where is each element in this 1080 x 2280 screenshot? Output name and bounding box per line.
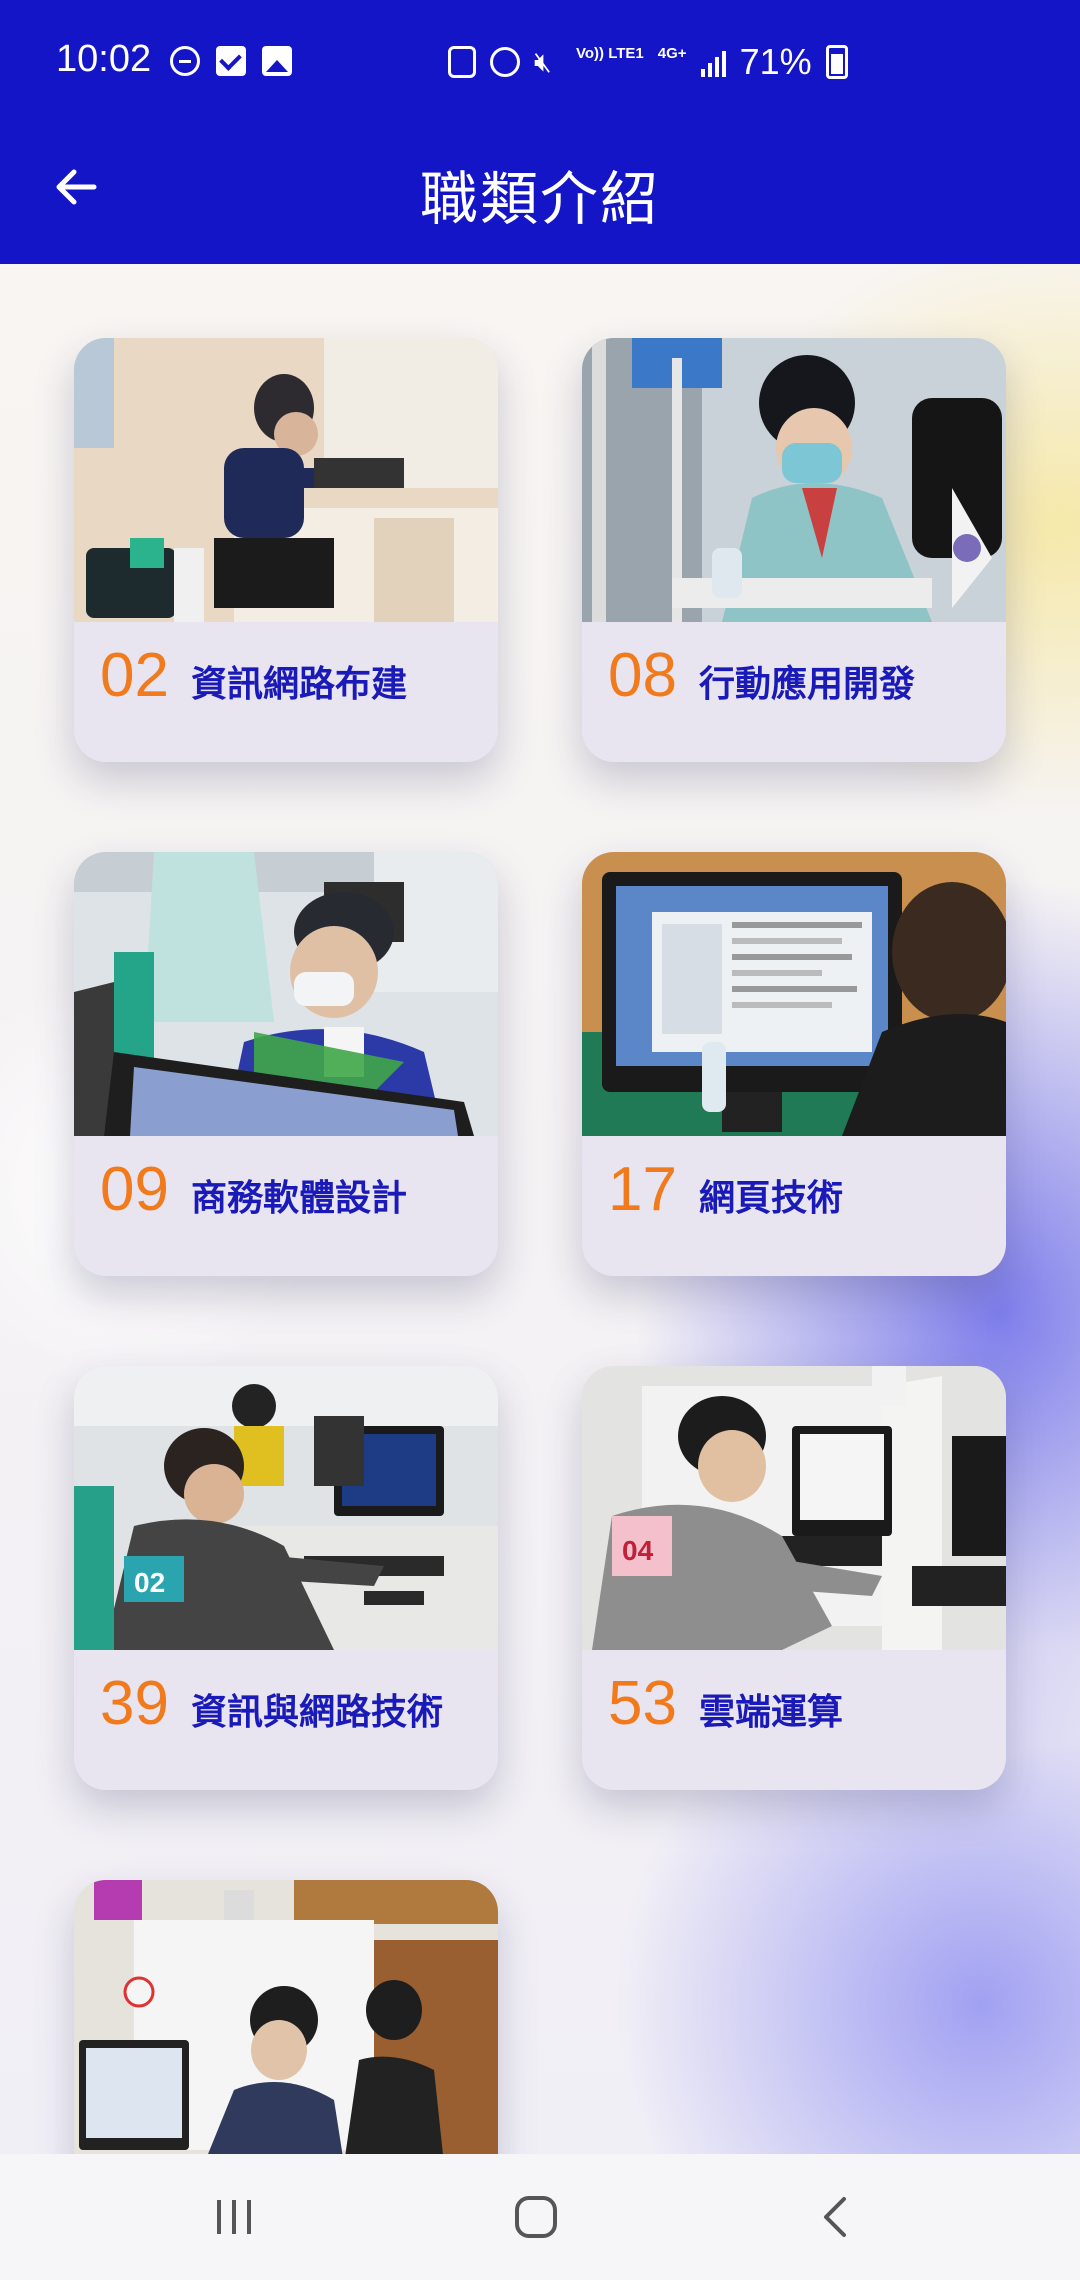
trade-photo: [74, 1880, 498, 2154]
trade-photo: [582, 338, 1006, 622]
navigation-bar: [0, 2154, 1080, 2280]
trade-label: 39 資訊與網路技術: [100, 1668, 443, 1739]
trade-number: 17: [608, 1155, 677, 1224]
battery-saver-icon: [448, 46, 476, 78]
system-back-button[interactable]: [796, 2182, 876, 2252]
app-bar: 職類介紹: [0, 130, 1080, 264]
trade-label: 17 網頁技術: [608, 1154, 843, 1225]
trade-card-53[interactable]: 04 53 雲端運算: [582, 1366, 1006, 1790]
volte-label: Vo)) LTE1: [576, 45, 644, 62]
trade-photo: [582, 852, 1006, 1136]
trade-photo: [74, 338, 498, 622]
trade-name: 雲端運算: [698, 1692, 843, 1733]
trade-name: 資訊與網路技術: [190, 1692, 443, 1733]
page-title: 職類介紹: [419, 165, 660, 233]
battery-icon: [825, 45, 848, 79]
trade-card-39[interactable]: 02 39 資訊與網路技術: [74, 1366, 498, 1790]
trade-name: 商務軟體設計: [190, 1178, 407, 1219]
recents-button[interactable]: [194, 2182, 274, 2252]
svg-text:02: 02: [134, 1567, 165, 1598]
trade-photo: 02: [74, 1366, 498, 1650]
signal-icon: [700, 47, 726, 77]
trade-label: 02 資訊網路布建: [100, 640, 407, 711]
status-bar: 10:02 🔇︎ Vo)) LTE1 4G+ 71%: [0, 0, 1080, 130]
mute-icon: 🔇︎: [534, 45, 552, 78]
trade-number: 02: [100, 641, 169, 710]
home-icon: [515, 2196, 557, 2238]
recents-icon: [217, 2200, 251, 2234]
trade-label: 53 雲端運算: [608, 1668, 843, 1739]
trade-label: 09 商務軟體設計: [100, 1154, 407, 1225]
trade-name: 行動應用開發: [698, 664, 915, 705]
trade-name: 網頁技術: [698, 1178, 843, 1219]
system-icons: 🔇︎ Vo)) LTE1 4G+ 71%: [448, 41, 848, 82]
content-area: 02 資訊網路布建 08 行動應用開發 09 商務軟體設計 17 網頁技術 02…: [0, 264, 1080, 2154]
trade-card-17[interactable]: 17 網頁技術: [582, 852, 1006, 1276]
battery-percent: 71%: [739, 41, 812, 82]
do-not-disturb-icon: [170, 46, 200, 76]
network-type-label: 4G+: [657, 45, 687, 62]
back-chevron-icon: [824, 2197, 846, 2237]
trade-card-partial[interactable]: [74, 1880, 498, 2154]
task-check-icon: [216, 46, 246, 76]
gallery-icon: [262, 46, 292, 76]
svg-text:04: 04: [622, 1535, 654, 1566]
trade-number: 09: [100, 1155, 169, 1224]
alarm-icon: [490, 47, 520, 77]
trade-number: 53: [608, 1669, 677, 1738]
trade-name: 資訊網路布建: [190, 664, 407, 705]
trade-photo: [74, 852, 498, 1136]
status-time: 10:02: [56, 38, 152, 80]
trade-label: 08 行動應用開發: [608, 640, 915, 711]
trade-card-09[interactable]: 09 商務軟體設計: [74, 852, 498, 1276]
home-button[interactable]: [496, 2182, 576, 2252]
trade-number: 39: [100, 1669, 169, 1738]
trade-card-08[interactable]: 08 行動應用開發: [582, 338, 1006, 762]
trade-photo: 04: [582, 1366, 1006, 1650]
trade-number: 08: [608, 641, 677, 710]
trade-card-02[interactable]: 02 資訊網路布建: [74, 338, 498, 762]
